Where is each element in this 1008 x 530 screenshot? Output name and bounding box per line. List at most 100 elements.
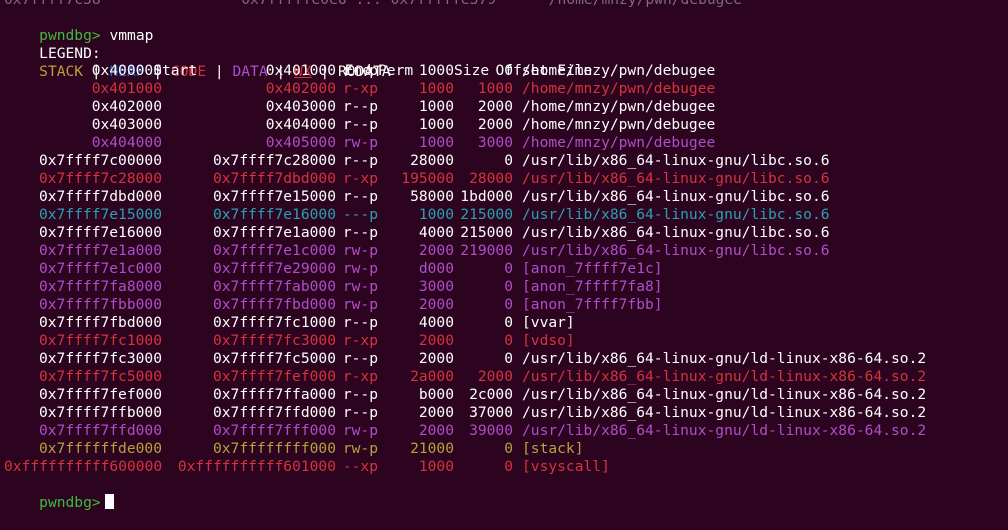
cell-file: /usr/lib/x86_64-linux-gnu/libc.so.6 [522,224,830,241]
cell-perm: r--p [342,350,378,367]
cell-file: /usr/lib/x86_64-linux-gnu/libc.so.6 [522,242,830,259]
table-row: 0x7ffff7fc5000 0x7ffff7fef000 r-xp 2a000 200… [4,368,926,386]
cell-offset: 1000 [477,80,513,97]
cell-size: 2000 [418,332,454,349]
table-row: 0x401000 0x402000 r-xp 1000 1000/home/mnzy/p… [4,80,716,98]
cell-file: [vvar] [522,314,575,331]
cell-file: /home/mnzy/pwn/debugee [522,134,716,151]
cell-start: 0x7ffff7fc1000 [38,332,162,349]
cell-offset: 0 [504,314,513,331]
cell-offset: 0 [504,296,513,313]
cell-file: [anon_7ffff7e1c] [522,260,663,277]
cell-start: 0x7ffff7e1c000 [38,260,162,277]
cell-size: 58000 [410,188,454,205]
cell-file: /home/mnzy/pwn/debugee [522,62,716,79]
cell-start: 0xffffffffff600000 [4,458,163,475]
cell-size: 2000 [418,422,454,439]
cell-end: 0x7ffff7e29000 [212,260,336,277]
table-row: 0x403000 0x404000 r--p 1000 2000/home/mnzy/p… [4,116,716,134]
cell-end: 0x7ffff7dbd000 [212,170,336,187]
cell-perm: ---p [342,206,378,223]
cell-size: 2000 [418,242,454,259]
cell-perm: rw-p [342,422,378,439]
cell-start: 0x7ffff7ffb000 [38,404,162,421]
cell-size: 1000 [418,458,454,475]
cell-end: 0x7ffff7fc3000 [212,332,336,349]
cell-start: 0x400000 [91,62,162,79]
cell-size: 4000 [418,314,454,331]
cell-file: /home/mnzy/pwn/debugee [522,80,716,97]
table-row: 0x7ffff7c28000 0x7ffff7dbd000 r-xp 195000 28… [4,170,830,188]
cell-offset: 39000 [469,422,513,439]
cell-offset: 215000 [460,224,513,241]
cell-end: 0x405000 [265,134,336,151]
cell-end: 0xffffffffff601000 [177,458,336,475]
cell-size: 2a000 [410,368,454,385]
cell-size: 1000 [418,116,454,133]
vmmap-header: Start End Perm Size Offset File [4,44,592,79]
cell-end: 0x7ffff7fff000 [212,422,336,439]
cell-start: 0x7ffff7fbb000 [38,296,162,313]
cell-end: 0x7ffff7fbd000 [212,296,336,313]
cell-end: 0x7ffffffff000 [212,440,336,457]
cell-size: 2000 [418,296,454,313]
cell-perm: r--p [342,224,378,241]
cell-size: 3000 [418,278,454,295]
cell-offset: 2000 [477,116,513,133]
cell-file: /usr/lib/x86_64-linux-gnu/libc.so.6 [522,152,830,169]
cell-start: 0x7ffff7fc5000 [38,368,162,385]
cell-end: 0x7ffff7fab000 [212,278,336,295]
cell-perm: rw-p [342,440,378,457]
cell-offset: 0 [504,332,513,349]
cell-file: /usr/lib/x86_64-linux-gnu/ld-linux-x86-6… [522,350,927,367]
cell-offset: 2c000 [469,386,513,403]
cell-size: 1000 [418,134,454,151]
cell-size: 28000 [410,152,454,169]
terminal-window[interactable]: 0x7ffff7c58 0x7fffffe0e6 ... 0x7fffffe37… [0,0,1008,511]
cell-offset: 2000 [477,368,513,385]
cell-start: 0x403000 [91,116,162,133]
cell-file: /usr/lib/x86_64-linux-gnu/libc.so.6 [522,188,830,205]
cell-end: 0x7ffff7ffa000 [212,386,336,403]
table-row: 0x7ffff7fbd000 0x7ffff7fc1000 r--p 4000 0 [vv… [4,314,575,332]
cell-end: 0x7ffff7fc1000 [212,314,336,331]
cell-end: 0x7ffff7fc5000 [212,350,336,367]
cell-file: [anon_7ffff7fbb] [522,296,663,313]
cell-size: 4000 [418,224,454,241]
table-row: 0x402000 0x403000 r--p 1000 2000/home/mnzy/p… [4,98,716,116]
cell-end: 0x403000 [265,98,336,115]
table-row: 0x404000 0x405000 rw-p 1000 3000/home/mnzy/p… [4,134,716,152]
cell-offset: 0 [504,278,513,295]
cell-start: 0x7ffff7e16000 [38,224,162,241]
cell-perm: r-xp [342,368,378,385]
cell-size: 195000 [401,170,454,187]
cell-perm: rw-p [342,242,378,259]
legend-line: LEGEND: STACK | HEAP | CODE | DATA | WX … [4,27,391,80]
cell-end: 0x7ffff7c28000 [212,152,336,169]
table-row: 0x7ffffffde000 0x7ffffffff000 rw-p 21000 0 [s… [4,440,584,458]
cell-size: 1000 [418,206,454,223]
cell-offset: 0 [504,152,513,169]
cell-offset: 37000 [469,404,513,421]
cell-offset: 1bd000 [460,188,513,205]
cell-file: /usr/lib/x86_64-linux-gnu/ld-linux-x86-6… [522,386,927,403]
cell-end: 0x401000 [265,62,336,79]
cell-size: d000 [418,260,454,277]
cell-perm: rw-p [342,260,378,277]
cell-start: 0x7ffff7fc3000 [38,350,162,367]
cell-offset: 0 [504,350,513,367]
cell-start: 0x7ffff7fef000 [38,386,162,403]
cell-perm: r--p [342,188,378,205]
cell-end: 0x7ffff7e1c000 [212,242,336,259]
cell-file: /home/mnzy/pwn/debugee [522,98,716,115]
text-cursor [104,494,114,509]
cell-start: 0x7ffff7c28000 [38,170,162,187]
cell-file: /usr/lib/x86_64-linux-gnu/libc.so.6 [522,170,830,187]
cell-file: /usr/lib/x86_64-linux-gnu/ld-linux-x86-6… [522,422,927,439]
cell-offset: 28000 [469,170,513,187]
cell-size: 1000 [418,62,454,79]
cell-perm: r-xp [342,80,378,97]
table-row: 0xffffffffff600000 0xffffffffff601000 --xp… [4,458,610,476]
final-prompt-line[interactable]: pwndbg> [4,476,114,511]
cell-size: 2000 [418,350,454,367]
